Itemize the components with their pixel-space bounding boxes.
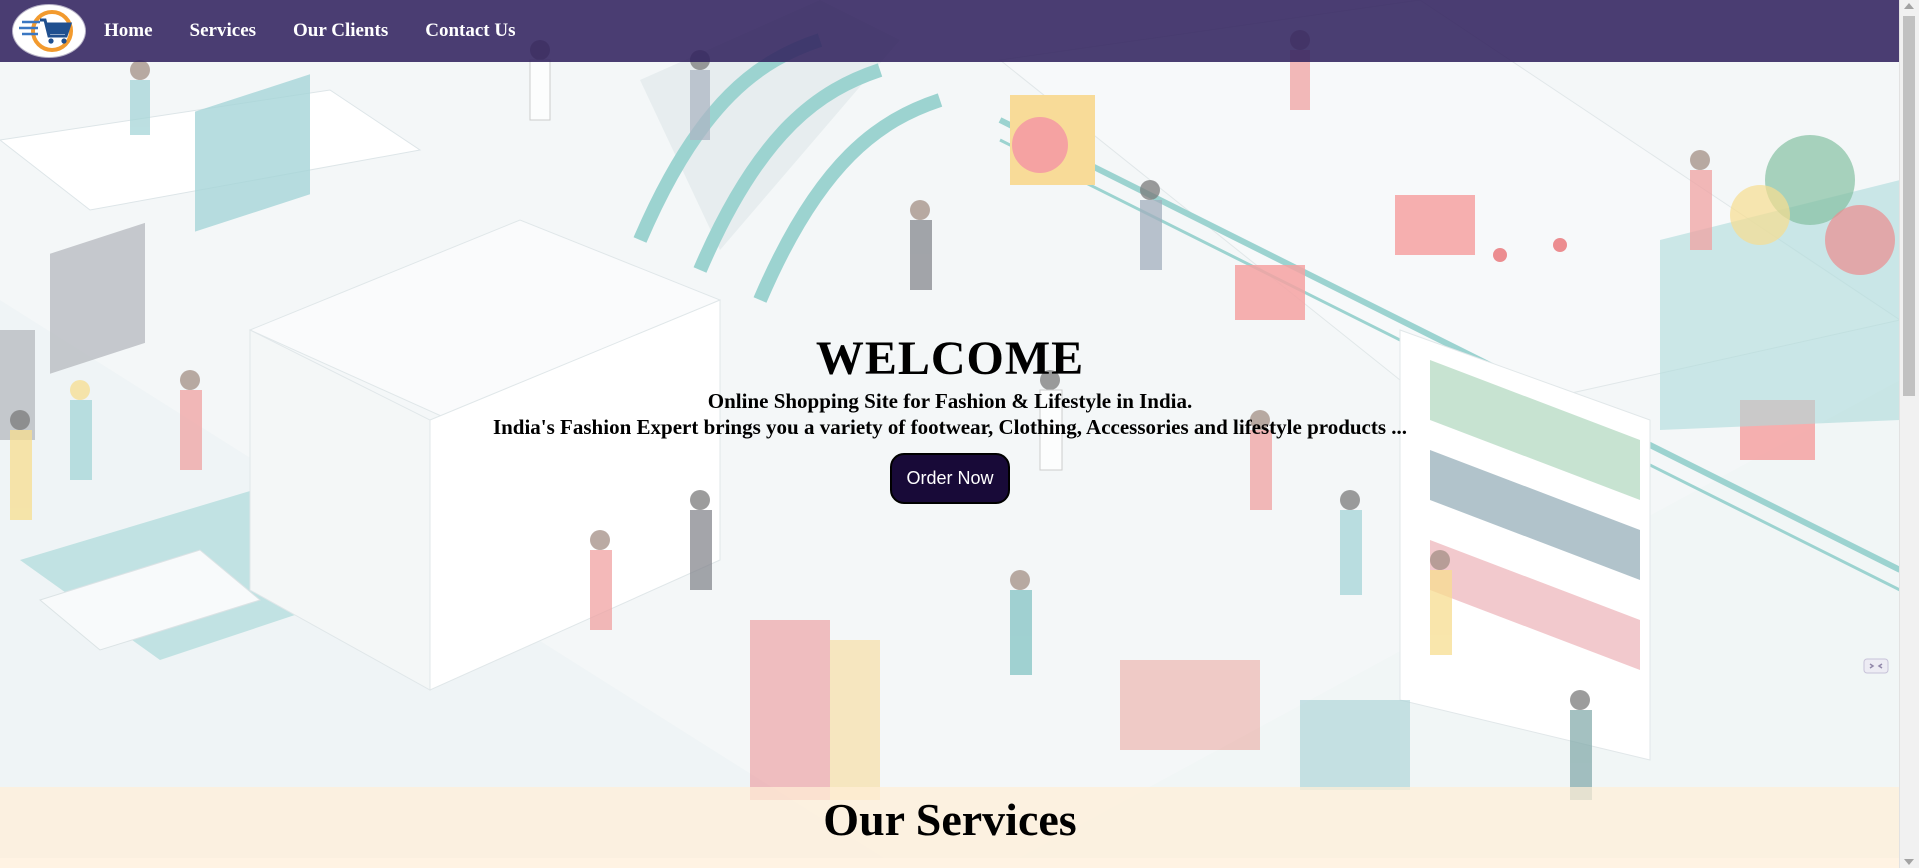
site-logo[interactable] (13, 5, 85, 57)
hero-tagline: Online Shopping Site for Fashion & Lifes… (707, 389, 1193, 413)
nav-link-services[interactable]: Services (190, 20, 256, 42)
scroll-down-arrow-icon[interactable] (1904, 859, 1914, 865)
services-heading: Our Services (823, 794, 1077, 845)
order-now-button[interactable]: Order Now (890, 453, 1010, 504)
vertical-scrollbar[interactable] (1899, 0, 1919, 868)
hero-title: WELCOME (815, 332, 1085, 385)
scrollbar-thumb[interactable] (1903, 16, 1915, 396)
nav-link-contact-us[interactable]: Contact Us (425, 20, 515, 42)
page: Home Services Our Clients Contact Us WEL… (0, 0, 1919, 868)
shopping-cart-logo-icon (19, 10, 73, 52)
services-section: Our Services (0, 787, 1900, 868)
bottom-strip (0, 858, 1900, 868)
chat-widget-icon[interactable] (1862, 655, 1890, 677)
nav-links: Home Services Our Clients Contact Us (104, 20, 552, 42)
nav-link-our-clients[interactable]: Our Clients (293, 20, 388, 42)
hero-description: India's Fashion Expert brings you a vari… (492, 415, 1408, 439)
nav-link-home[interactable]: Home (104, 20, 153, 42)
top-navbar: Home Services Our Clients Contact Us (0, 0, 1900, 62)
hero-section: WELCOME Online Shopping Site for Fashion… (0, 330, 1900, 504)
scroll-up-arrow-icon[interactable] (1904, 3, 1914, 9)
